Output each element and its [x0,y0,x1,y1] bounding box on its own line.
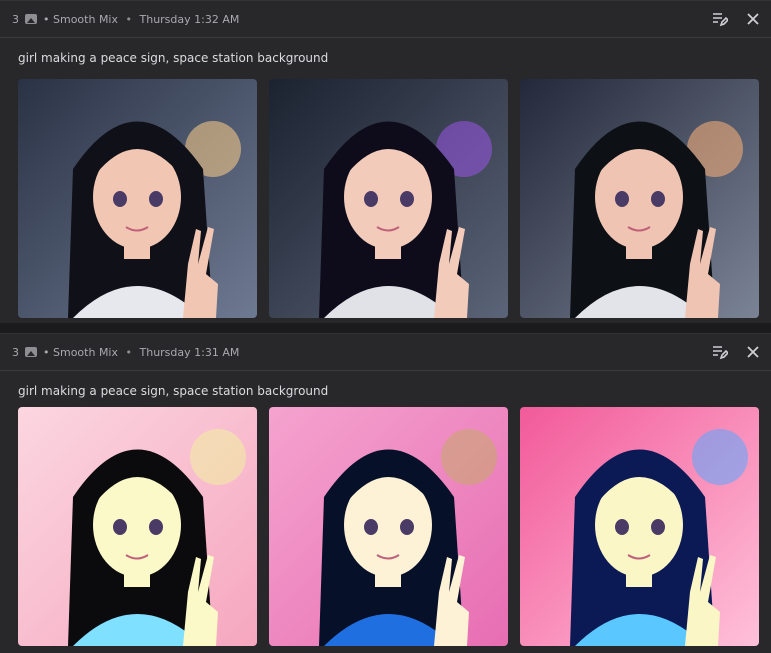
generation-card-2: 3 • Smooth Mix • Thursday 1:31 AM girl ma… [0,333,771,653]
generated-image[interactable] [18,79,257,318]
image-count: 3 [12,13,19,26]
generated-image[interactable] [520,407,759,646]
generated-image[interactable] [269,79,508,318]
card-meta: 3 • Smooth Mix • Thursday 1:32 AM [12,13,239,26]
image-icon [25,347,37,357]
close-icon[interactable] [745,344,761,360]
edit-prompt-icon[interactable] [712,344,730,360]
timestamp: Thursday 1:32 AM [139,13,240,26]
prompt-text: girl making a peace sign, space station … [18,384,329,398]
card-meta: 3 • Smooth Mix • Thursday 1:31 AM [12,346,239,359]
generated-image[interactable] [18,407,257,646]
model-name: Smooth Mix [53,13,118,26]
close-icon[interactable] [745,11,761,27]
card-header: 3 • Smooth Mix • Thursday 1:32 AM [0,1,771,38]
generation-card-1: 3 • Smooth Mix • Thursday 1:32 AM girl ma… [0,0,771,323]
generated-image[interactable] [269,407,508,646]
prompt-text: girl making a peace sign, space station … [18,51,329,65]
timestamp: Thursday 1:31 AM [139,346,240,359]
separator: • [43,346,50,359]
image-count: 3 [12,346,19,359]
separator: • [125,346,133,359]
generated-image[interactable] [520,79,759,318]
separator: • [125,13,133,26]
edit-prompt-icon[interactable] [712,11,730,27]
model-name: Smooth Mix [53,346,118,359]
card-header: 3 • Smooth Mix • Thursday 1:31 AM [0,334,771,371]
image-icon [25,14,37,24]
separator: • [43,13,50,26]
